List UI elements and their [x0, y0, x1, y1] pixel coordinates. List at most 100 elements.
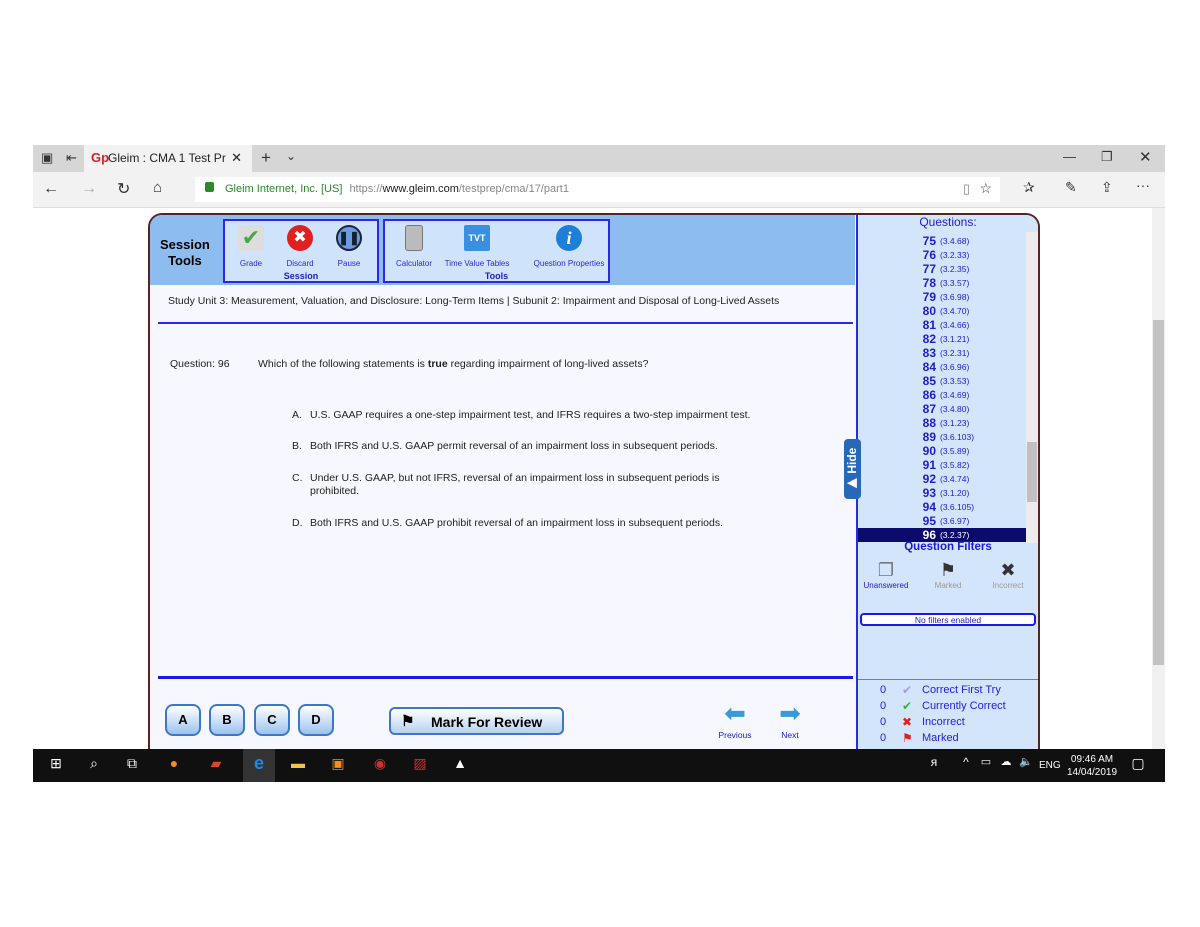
address-bar[interactable]: Gleim Internet, Inc. [US] https://www.gl… — [195, 177, 1000, 202]
question-list-item[interactable]: 90 (3.5.89) — [858, 444, 1026, 458]
restore-icon[interactable]: ❐ — [1101, 149, 1113, 165]
question-list-item[interactable]: 87 (3.4.80) — [858, 402, 1026, 416]
more-icon[interactable]: ··· — [1136, 177, 1150, 193]
mark-for-review-button[interactable]: ⚑ Mark For Review — [389, 707, 564, 735]
close-tab-icon[interactable]: ✕ — [231, 150, 242, 166]
tabs-aside-icon[interactable]: ▣ — [41, 150, 53, 166]
action-center-icon[interactable]: ▢ — [1127, 755, 1149, 775]
battery-icon[interactable]: ▭ — [975, 755, 997, 775]
divider — [158, 322, 853, 324]
question-list-item[interactable]: 81 (3.4.66) — [858, 318, 1026, 332]
people-icon[interactable]: ᴙ — [923, 755, 945, 775]
question-list-item[interactable]: 95 (3.6.97) — [858, 514, 1026, 528]
question-list-item[interactable]: 77 (3.2.35) — [858, 262, 1026, 276]
favorites-icon[interactable]: ✰ — [1023, 179, 1035, 196]
tvt-icon: TVT — [464, 225, 490, 251]
calculator-icon — [405, 225, 423, 251]
browser-tab[interactable]: Gp Gleim : CMA 1 Test Prep ✕ — [84, 145, 252, 172]
edge-icon[interactable]: e — [243, 749, 275, 782]
question-list-item[interactable]: 86 (3.4.69) — [858, 388, 1026, 402]
question-list-item[interactable]: 85 (3.3.53) — [858, 374, 1026, 388]
session-group-label: Session — [283, 271, 319, 281]
minimize-icon[interactable]: — — [1063, 149, 1076, 164]
search-icon[interactable]: ⌕ — [83, 755, 105, 775]
windows-start-icon[interactable]: ⊞ — [45, 755, 67, 775]
answer-c-button[interactable]: C — [254, 704, 290, 736]
book-app-icon[interactable]: ▰ — [205, 755, 227, 775]
page-scrollbar-thumb[interactable] — [1153, 320, 1164, 665]
question-pane: Study Unit 3: Measurement, Valuation, an… — [150, 285, 855, 749]
network-icon[interactable]: ☁ — [995, 755, 1017, 775]
tray-chevron-icon[interactable]: ^ — [955, 755, 977, 775]
question-list-scrollbar-thumb[interactable] — [1027, 442, 1037, 502]
set-aside-icon[interactable]: ⇤ — [66, 150, 77, 166]
url-prefix: https:// — [349, 183, 383, 195]
option-d[interactable]: D. Both IFRS and U.S. GAAP prohibit rever… — [292, 517, 780, 530]
new-tab-icon[interactable]: + — [261, 148, 271, 168]
firefox-icon[interactable]: ● — [163, 755, 185, 775]
next-button[interactable]: ➡ Next — [770, 700, 810, 740]
home-icon[interactable]: ⌂ — [153, 179, 162, 196]
question-number: 96 — [922, 528, 936, 542]
question-list-item[interactable]: 80 (3.4.70) — [858, 304, 1026, 318]
session-tools-title: Session Tools — [160, 237, 210, 269]
close-window-icon[interactable]: ✕ — [1139, 148, 1152, 166]
stat-label: Incorrect — [922, 716, 965, 728]
x-red-icon: ✖ — [902, 715, 913, 729]
question-list-item[interactable]: 94 (3.6.105) — [858, 500, 1026, 514]
question-list-scrollbar[interactable] — [1026, 232, 1038, 543]
question-list-item[interactable]: 84 (3.6.96) — [858, 360, 1026, 374]
pause-button[interactable]: ❚❚ Pause — [314, 225, 384, 268]
tab-title: Gleim : CMA 1 Test Prep — [108, 151, 226, 165]
calculator-button[interactable]: Calculator — [379, 225, 449, 268]
volume-icon[interactable]: 🔈 — [1015, 755, 1037, 775]
hide-sidebar-button[interactable]: ▶ Hide — [844, 439, 861, 499]
photos-icon[interactable]: ▲ — [449, 755, 471, 775]
answer-a-button[interactable]: A — [165, 704, 201, 736]
answer-d-button[interactable]: D — [298, 704, 334, 736]
question-list-item[interactable]: 88 (3.1.23) — [858, 416, 1026, 430]
language-indicator[interactable]: ENG — [1039, 760, 1061, 771]
option-b[interactable]: B. Both IFRS and U.S. GAAP permit reversa… — [292, 440, 780, 453]
question-code: (3.5.89) — [940, 446, 970, 456]
tab-list-chevron-icon[interactable]: ⌄ — [286, 149, 296, 163]
stat-label: Marked — [922, 732, 959, 744]
time-value-tables-button[interactable]: TVT Time Value Tables — [442, 225, 512, 268]
answer-b-button[interactable]: B — [209, 704, 245, 736]
acrobat-icon[interactable]: ▨ — [409, 755, 431, 775]
question-list-item[interactable]: 96 (3.2.37) — [858, 528, 1026, 542]
star-icon[interactable]: ☆ — [979, 180, 992, 197]
question-list-item[interactable]: 91 (3.5.82) — [858, 458, 1026, 472]
clock[interactable]: 09:46 AM 14/04/2019 — [1067, 753, 1117, 779]
question-list-item[interactable]: 79 (3.6.98) — [858, 290, 1026, 304]
option-c[interactable]: C. Under U.S. GAAP, but not IFRS, reversa… — [292, 472, 750, 498]
option-a[interactable]: A. U.S. GAAP requires a one-step impairme… — [292, 409, 780, 422]
option-letter: A. — [292, 409, 302, 421]
youtube-app-icon[interactable]: ◉ — [369, 755, 391, 775]
share-icon[interactable]: ⇪ — [1101, 179, 1113, 196]
question-list-item[interactable]: 93 (3.1.20) — [858, 486, 1026, 500]
refresh-icon[interactable]: ↻ — [117, 179, 130, 199]
pen-icon[interactable]: ✎ — [1065, 179, 1077, 196]
task-view-icon[interactable]: ⧉ — [121, 755, 143, 775]
filter-incorrect[interactable]: ✖ Incorrect — [980, 560, 1036, 590]
question-properties-button[interactable]: i Question Properties — [529, 225, 609, 268]
clock-time: 09:46 AM — [1070, 754, 1114, 765]
filter-marked[interactable]: ⚑ Marked — [920, 560, 976, 590]
file-explorer-icon[interactable]: ▬ — [287, 755, 309, 775]
pdf-app-icon[interactable]: ▣ — [327, 755, 349, 775]
question-list-item[interactable]: 82 (3.1.21) — [858, 332, 1026, 346]
back-icon[interactable]: ← — [43, 180, 59, 198]
question-list-item[interactable]: 92 (3.4.74) — [858, 472, 1026, 486]
previous-button[interactable]: ⬅ Previous — [715, 700, 755, 740]
question-list-item[interactable]: 78 (3.3.57) — [858, 276, 1026, 290]
stem-emphasis: true — [427, 358, 448, 370]
filter-unanswered[interactable]: ❐ Unanswered — [858, 560, 914, 590]
question-list-item[interactable]: 83 (3.2.31) — [858, 346, 1026, 360]
question-list-item[interactable]: 89 (3.6.103) — [858, 430, 1026, 444]
question-list-item[interactable]: 76 (3.2.33) — [858, 248, 1026, 262]
pause-icon: ❚❚ — [336, 225, 362, 251]
question-list-item[interactable]: 75 (3.4.68) — [858, 234, 1026, 248]
reading-view-icon[interactable]: ▯ — [963, 181, 970, 197]
forward-icon[interactable]: → — [81, 180, 97, 198]
